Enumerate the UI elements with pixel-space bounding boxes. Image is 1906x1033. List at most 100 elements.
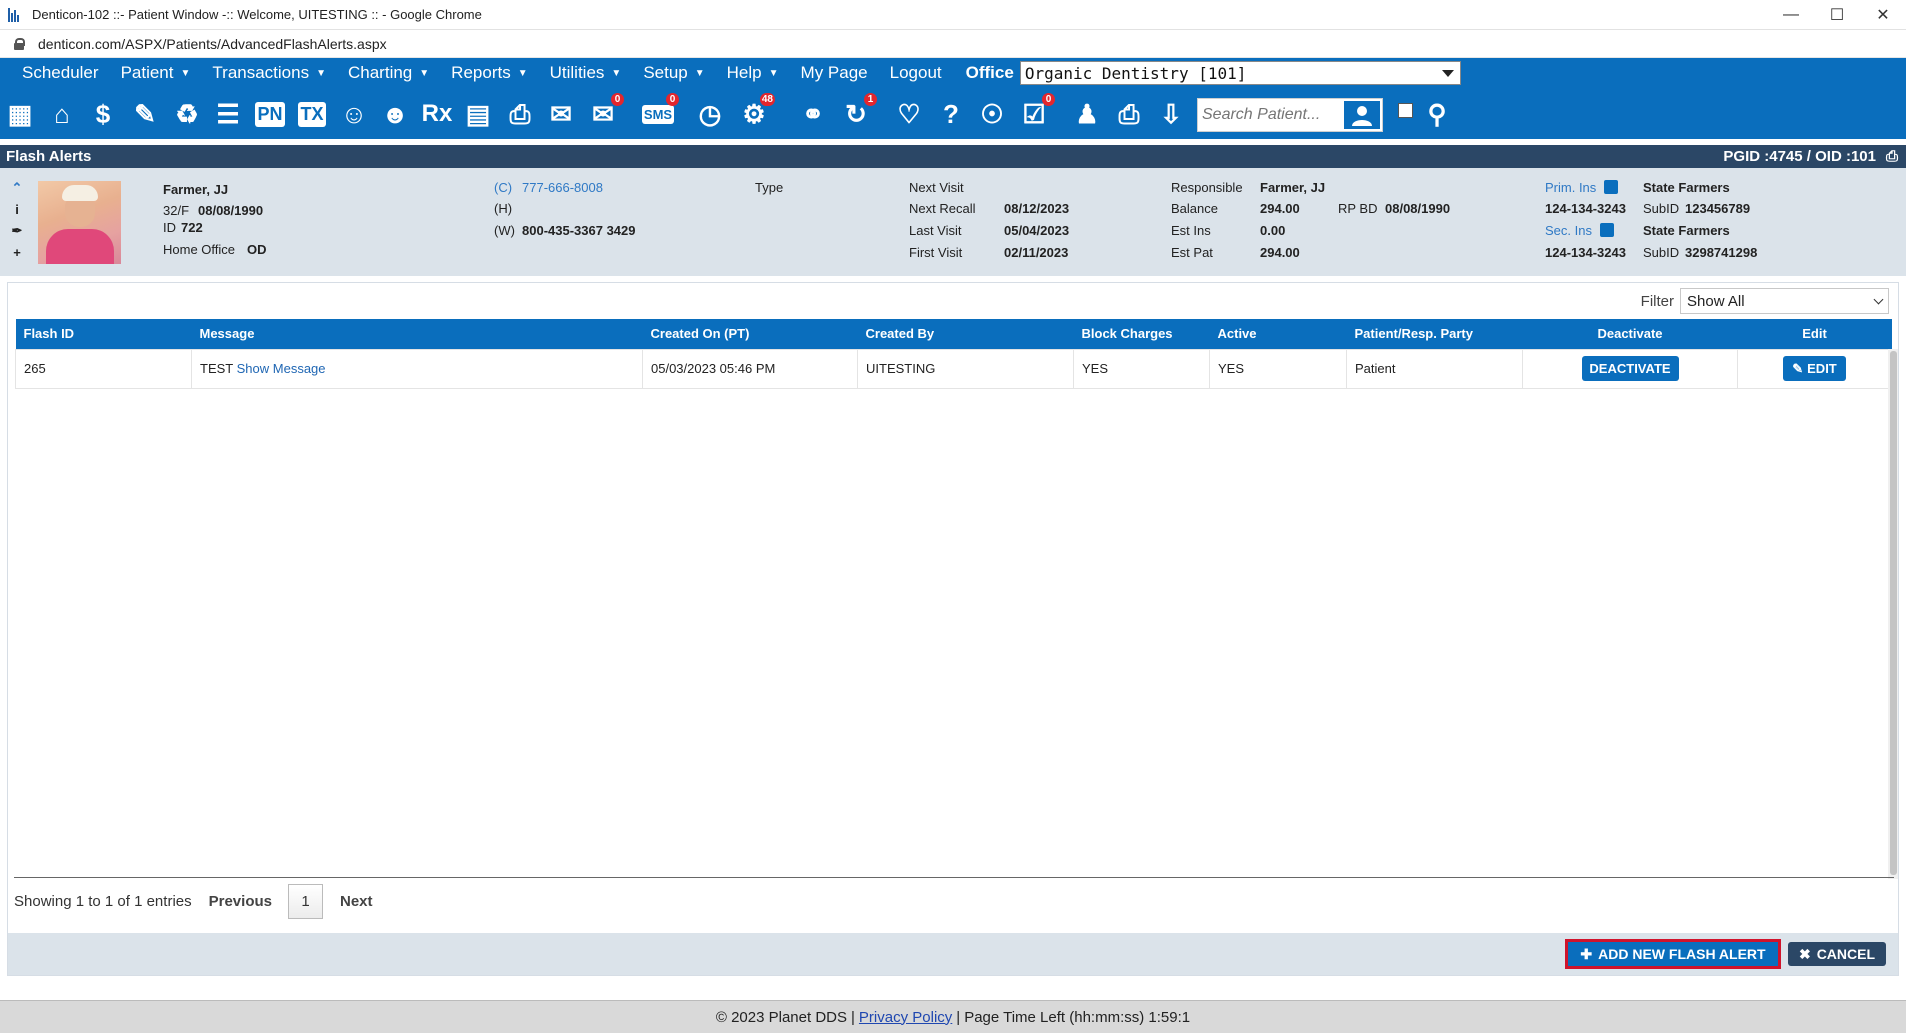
office-value: Organic Dentistry [101] <box>1024 63 1247 83</box>
menu-charting[interactable]: Charting ▼ <box>326 63 429 83</box>
filter-select[interactable]: Show All <box>1680 288 1889 314</box>
next-recall-label: Next Recall <box>909 201 976 216</box>
family-icon[interactable]: ♟ <box>1070 96 1104 132</box>
menu-patient[interactable]: Patient ▼ <box>99 63 191 83</box>
col-edit: Edit <box>1737 319 1892 349</box>
download-icon[interactable]: ⇩ <box>1154 96 1188 132</box>
ledger-dollar-icon[interactable]: $ <box>86 96 120 132</box>
table-scrollbar[interactable] <box>1888 349 1898 879</box>
recall-icon[interactable]: ↻ 1 <box>839 93 877 132</box>
message-text: TEST <box>200 361 233 376</box>
sec-ins-link[interactable]: Sec. Ins <box>1545 223 1614 238</box>
collapse-icon[interactable]: ⌃ <box>12 180 23 196</box>
flash-alerts-table: Flash ID Message Created On (PT) Created… <box>15 319 1892 389</box>
prim-ins-link[interactable]: Prim. Ins <box>1545 180 1619 195</box>
info-icon[interactable]: i <box>15 202 19 217</box>
close-icon: ✖ <box>1798 945 1811 962</box>
cell-edit: ✎ EDIT <box>1737 348 1892 389</box>
progress-notes-icon[interactable]: PN <box>253 96 287 132</box>
tooth-icon[interactable]: ♡ <box>892 96 926 132</box>
patient-id: 722 <box>181 220 203 235</box>
menu-reports[interactable]: Reports ▼ <box>429 63 527 83</box>
next-page[interactable]: Next <box>340 893 373 910</box>
office-select[interactable]: Organic Dentistry [101] <box>1019 61 1461 85</box>
attachment-icon[interactable]: ✒ <box>12 223 23 239</box>
close-icon[interactable]: ✕ <box>1860 0 1906 30</box>
scrollbar-thumb[interactable] <box>1890 351 1897 875</box>
add-new-flash-alert-button[interactable]: ✚ ADD NEW FLASH ALERT <box>1565 939 1781 969</box>
last-visit-label: Last Visit <box>909 223 962 238</box>
col-flash-id[interactable]: Flash ID <box>15 319 192 349</box>
sms-badge: 0 <box>666 93 679 106</box>
add-icon[interactable]: + <box>13 245 21 260</box>
menu-utilities[interactable]: Utilities ▼ <box>528 63 622 83</box>
print-forms-icon[interactable]: ⎙ <box>503 96 537 132</box>
col-created-on[interactable]: Created On (PT) <box>642 319 858 349</box>
web-requests-icon[interactable]: ⚙ 48 <box>737 93 775 132</box>
printer-icon[interactable]: ⎙ <box>1112 96 1146 132</box>
page-time-left: Page Time Left (hh:mm:ss) 1:59:1 <box>964 1008 1191 1026</box>
caret-down-icon: ▼ <box>694 67 705 79</box>
previous-page[interactable]: Previous <box>209 893 272 910</box>
patient-photo[interactable] <box>38 181 121 264</box>
maximize-icon[interactable]: ☐ <box>1814 0 1860 30</box>
col-created-by[interactable]: Created By <box>857 319 1074 349</box>
col-message[interactable]: Message <box>191 319 643 349</box>
est-ins: 0.00 <box>1260 223 1286 238</box>
show-message-link[interactable]: Show Message <box>237 361 326 376</box>
tooth-chart-icon[interactable]: ♻ <box>170 96 204 132</box>
url-text[interactable]: denticon.com/ASPX/Patients/AdvancedFlash… <box>38 36 387 52</box>
patient-name: Farmer, JJ <box>163 182 229 197</box>
filter-row: Filter Show All <box>1641 288 1889 314</box>
menu-help[interactable]: Help ▼ <box>705 63 779 83</box>
sec-carrier: State Farmers <box>1643 223 1730 238</box>
prescription-icon[interactable]: Rx <box>420 96 454 132</box>
add-patient-icon[interactable]: ☺ <box>337 96 371 132</box>
mail-icon[interactable]: ✉ <box>544 96 578 132</box>
menu-my-page[interactable]: My Page <box>779 63 868 83</box>
toolbar-checkbox[interactable] <box>1398 103 1413 118</box>
page-number[interactable]: 1 <box>288 883 323 919</box>
forms-check-icon[interactable]: ☑ 0 <box>1017 93 1055 132</box>
edit-button[interactable]: ✎ EDIT <box>1783 356 1846 381</box>
menu-transactions[interactable]: Transactions ▼ <box>190 63 326 83</box>
perio-icon[interactable]: ☰ <box>211 96 245 132</box>
address-bar[interactable]: denticon.com/ASPX/Patients/AdvancedFlash… <box>0 30 1906 58</box>
plus-icon: ✚ <box>1580 945 1593 962</box>
menu-logout[interactable]: Logout <box>868 63 942 83</box>
patient-search-input[interactable] <box>1202 106 1348 124</box>
cancel-button[interactable]: ✖ CANCEL <box>1788 942 1886 966</box>
balance-label: Balance <box>1171 201 1218 216</box>
cell-created-on: 05/03/2023 05:46 PM <box>642 348 858 389</box>
notes-icon[interactable]: ▤ <box>461 96 495 132</box>
insurance-edit-icon[interactable] <box>1604 180 1619 194</box>
edit-chart-icon[interactable]: ✎ <box>128 96 162 132</box>
globe-search-icon[interactable]: ☉ <box>975 96 1009 132</box>
col-active[interactable]: Active <box>1209 319 1347 349</box>
help-tooth-icon[interactable]: ? <box>934 96 968 132</box>
add-family-icon[interactable]: ☻ <box>378 96 412 132</box>
print-icon[interactable]: ⎙ <box>1886 148 1898 165</box>
privacy-policy-link[interactable]: Privacy Policy <box>859 1009 952 1026</box>
patient-search-icon[interactable] <box>1344 101 1380 129</box>
messages-icon[interactable]: ✉ 0 <box>586 93 624 132</box>
calendar-icon[interactable]: ▦ <box>3 96 37 132</box>
treatment-icon[interactable]: TX <box>295 96 329 132</box>
cell-deactivate: DEACTIVATE <box>1522 348 1738 389</box>
table-row: 265 TEST Show Message 05/03/2023 05:46 P… <box>15 348 1892 389</box>
col-block-charges[interactable]: Block Charges <box>1073 319 1210 349</box>
minimize-icon[interactable]: — <box>1768 0 1814 30</box>
advanced-search-icon[interactable]: ⚲ <box>1420 96 1454 132</box>
menu-scheduler[interactable]: Scheduler <box>0 63 99 83</box>
insurance-edit-icon[interactable] <box>1599 223 1614 237</box>
col-party[interactable]: Patient/Resp. Party <box>1346 319 1523 349</box>
sms-icon[interactable]: SMS 0 <box>641 93 679 132</box>
phone-cell[interactable]: 777-666-8008 <box>522 180 603 195</box>
menu-setup[interactable]: Setup ▼ <box>621 63 704 83</box>
deactivate-button[interactable]: DEACTIVATE <box>1581 356 1679 381</box>
action-bar: ✚ ADD NEW FLASH ALERT ✖ CANCEL <box>8 933 1898 975</box>
support-icon[interactable]: ⚭ <box>796 96 830 132</box>
phone-c-label: (C) <box>494 180 513 195</box>
clock-icon[interactable]: ◷ <box>693 96 727 132</box>
home-icon[interactable]: ⌂ <box>45 96 79 132</box>
